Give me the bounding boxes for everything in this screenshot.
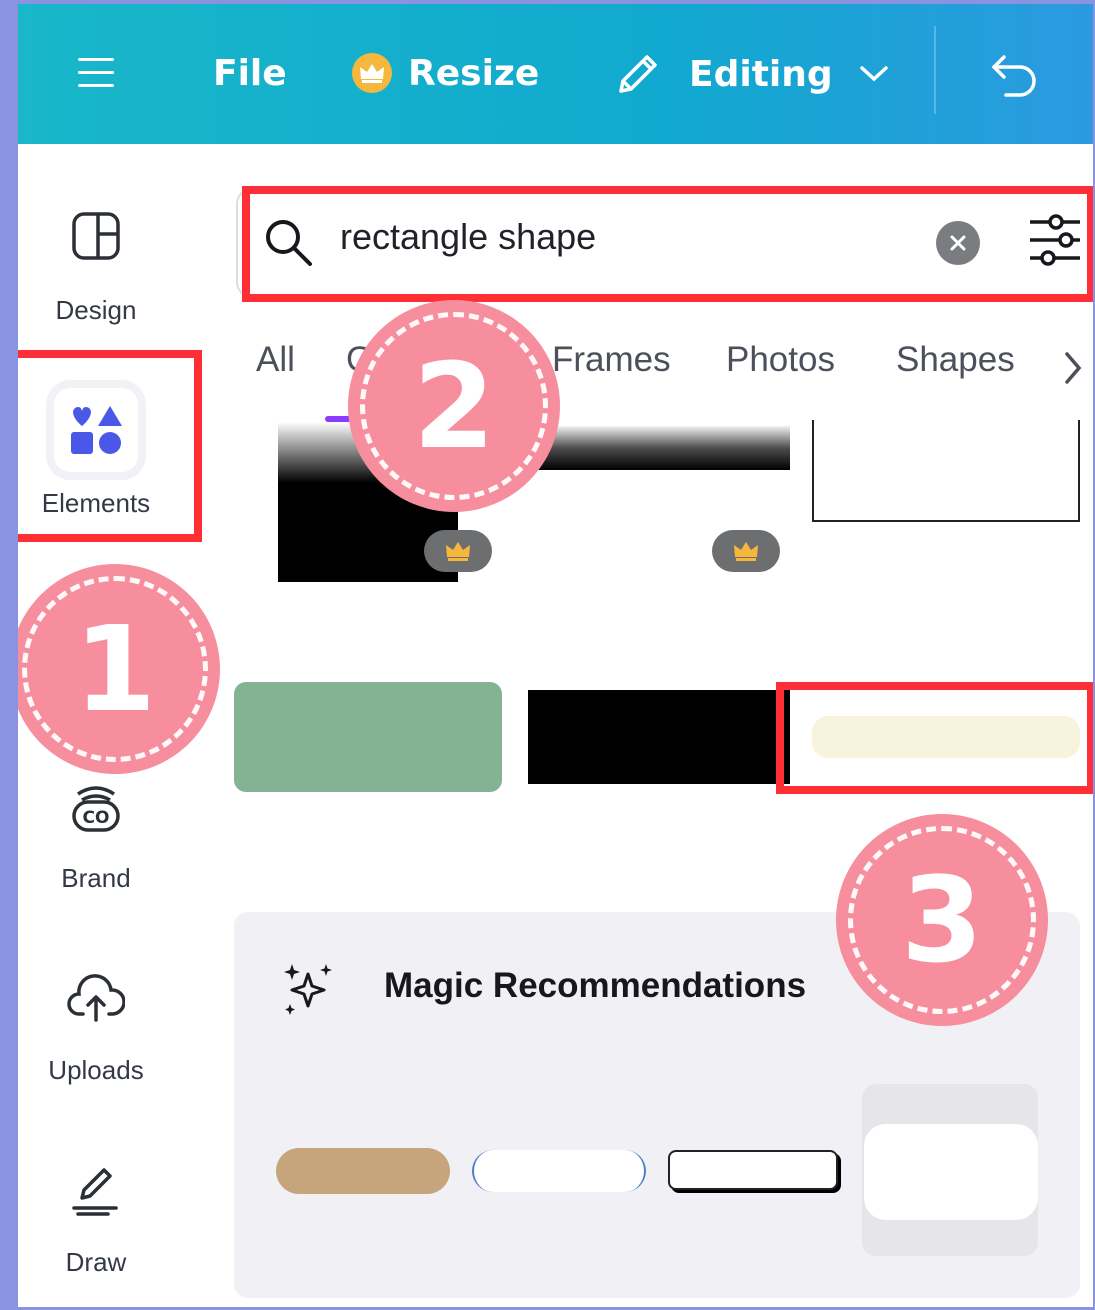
recommended-outline-pill[interactable] <box>472 1150 646 1192</box>
brand-icon: CO <box>68 780 124 839</box>
editing-label: Editing <box>689 53 833 95</box>
step-2-marker: 2 <box>348 300 560 512</box>
header-divider <box>934 26 936 114</box>
recommended-white-rounded-rectangle <box>864 1124 1038 1220</box>
result-green-rectangle[interactable] <box>234 682 502 792</box>
crown-icon <box>734 542 758 561</box>
recommended-tan-pill[interactable] <box>276 1148 450 1194</box>
undo-button[interactable] <box>986 46 1042 102</box>
editing-mode-button[interactable]: Editing <box>613 44 889 104</box>
highlight-result <box>776 682 1095 794</box>
pro-badge <box>424 530 492 572</box>
resize-label: Resize <box>408 52 540 94</box>
draw-icon <box>68 1162 124 1223</box>
highlight-search <box>242 186 1095 302</box>
sidebar-item-design[interactable]: Design <box>18 210 174 326</box>
sidebar-item-label: Design <box>55 295 137 325</box>
highlight-elements <box>10 350 202 542</box>
sidebar-item-draw[interactable]: Draw <box>18 1162 174 1278</box>
sidebar-item-label: Brand <box>61 863 131 893</box>
tab-shapes[interactable]: Shapes <box>896 340 1015 380</box>
file-menu-button[interactable]: File <box>213 48 287 98</box>
resize-button[interactable]: Resize <box>352 48 539 98</box>
tab-frames[interactable]: Frames <box>552 340 671 380</box>
chevron-right-icon[interactable] <box>1062 350 1084 390</box>
tab-all[interactable]: All <box>256 340 295 380</box>
pro-badge <box>712 530 780 572</box>
tab-photos[interactable]: Photos <box>726 340 835 380</box>
sparkle-icon <box>280 960 336 1020</box>
undo-icon <box>986 49 1042 99</box>
upload-icon <box>67 974 126 1029</box>
step-3-marker: 3 <box>836 814 1048 1026</box>
step-1-marker: 1 <box>10 564 220 774</box>
file-label: File <box>213 52 287 94</box>
sidebar-item-label: Uploads <box>48 1055 144 1085</box>
sidebar-item-brand[interactable]: CO Brand <box>18 780 174 894</box>
crown-icon <box>446 542 470 561</box>
recommended-shadow-rectangle[interactable] <box>668 1150 838 1190</box>
design-icon <box>70 210 122 269</box>
pencil-icon <box>613 49 663 99</box>
svg-text:CO: CO <box>83 808 110 828</box>
editor-header: File Resize Editing <box>18 4 1095 144</box>
recommended-card[interactable] <box>862 1084 1038 1256</box>
menu-icon[interactable] <box>78 52 118 92</box>
result-outline-rectangle[interactable] <box>812 420 1080 522</box>
magic-recommendations-title: Magic Recommendations <box>384 966 807 1005</box>
chevron-down-icon <box>859 64 889 84</box>
sidebar-item-label: Draw <box>65 1247 127 1277</box>
sidebar-item-uploads[interactable]: Uploads <box>18 974 174 1086</box>
crown-icon <box>352 53 392 93</box>
result-black-rectangle[interactable] <box>528 690 790 784</box>
